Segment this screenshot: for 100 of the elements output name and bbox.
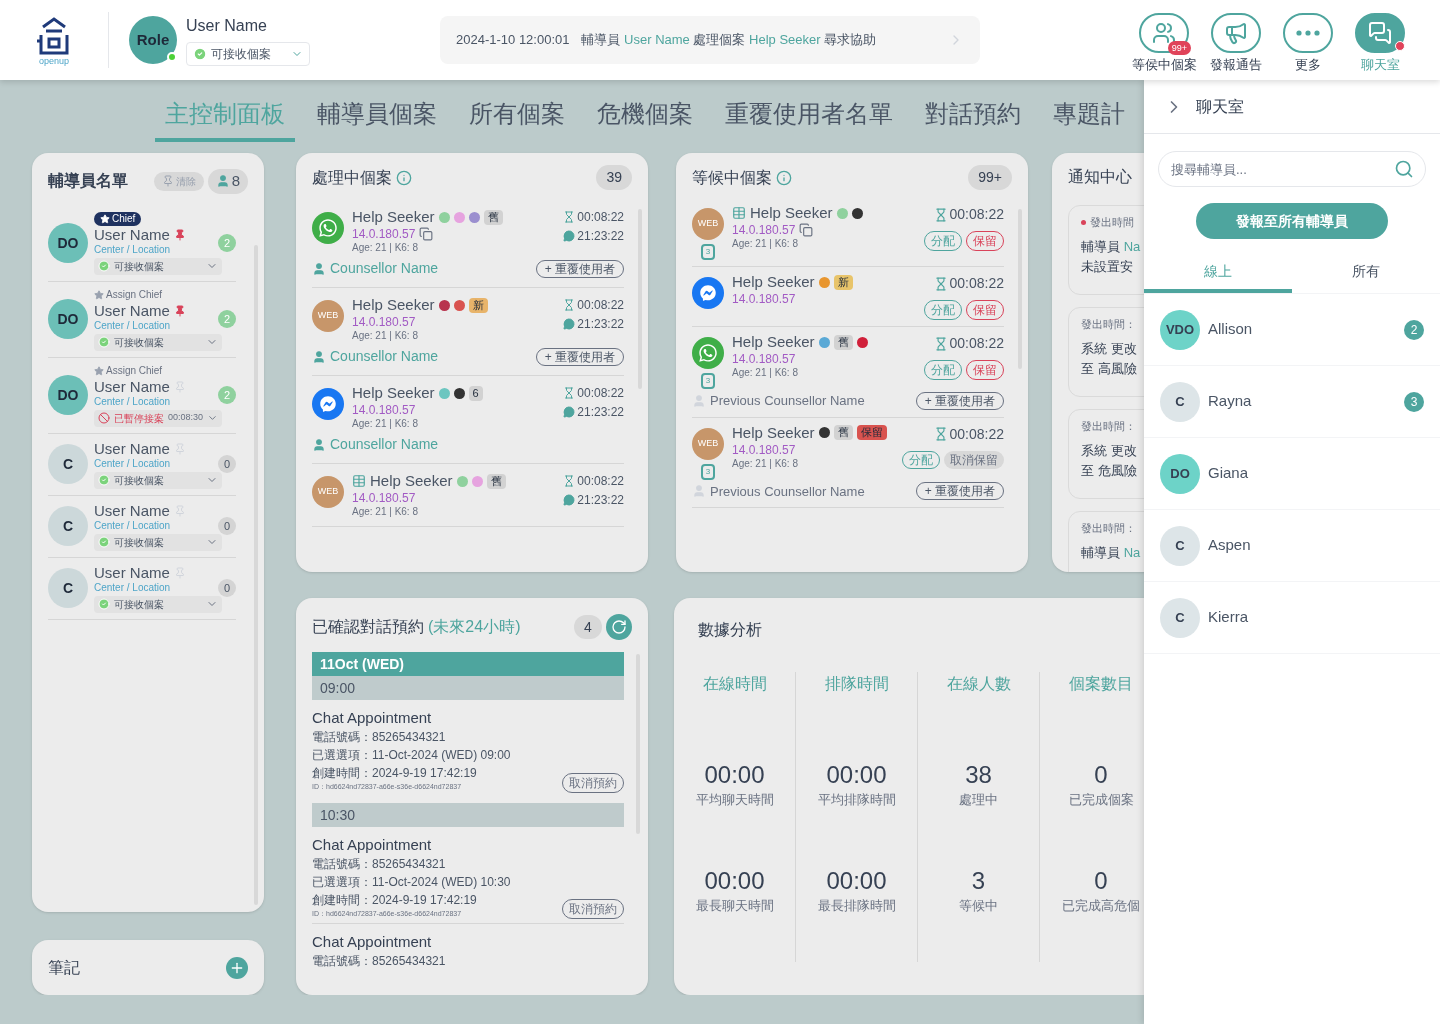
member-name: Kierra [1208, 607, 1248, 628]
hourglass-icon [933, 427, 948, 441]
toolbar-button[interactable]: 99+ [1139, 13, 1189, 54]
people-icon [1152, 21, 1176, 46]
toolbar-label: 聊天室 [1360, 56, 1400, 75]
metric-header: 在線人數 [946, 674, 1011, 694]
case-count-badge: 0 [218, 579, 236, 597]
refresh-button[interactable] [606, 614, 632, 640]
chat-bubble-icon [563, 230, 576, 242]
unread-badge: 2 [1404, 319, 1424, 340]
avatar: DO [48, 375, 88, 415]
star-icon [94, 365, 104, 376]
ip-address: 14.0.180.57 [352, 314, 416, 330]
seeker-name: Help Seeker [352, 296, 435, 314]
seeker-name: Help Seeker [370, 472, 453, 490]
info-icon[interactable] [776, 169, 792, 186]
count-badge: 4 [574, 615, 602, 639]
chat-time: 21:23:22 [577, 492, 624, 509]
chat-time: 21:23:22 [577, 228, 624, 245]
selected-option: 已選選項：11-Oct-2024 (WED) 10:30 [312, 872, 624, 891]
chat-time: 21:23:22 [577, 316, 624, 333]
hourglass-icon [933, 336, 948, 351]
case-count-badge: 0 [218, 517, 236, 535]
check-icon [98, 474, 110, 486]
toolbar-button[interactable] [1211, 13, 1261, 54]
status-dropdown[interactable]: 可接收個案 [94, 333, 222, 351]
web-avatar: WEB [312, 300, 344, 332]
age-k6-text: Age: 21 | K6: 8 [732, 238, 799, 250]
wait-time: 00:08:22 [949, 205, 1004, 224]
ip-address: 14.0.180.57 [352, 402, 416, 418]
member-row[interactable]: C Aspen [1144, 510, 1440, 582]
nav-tab[interactable]: 所有個案 [459, 96, 575, 142]
assign-chief-link[interactable]: Assign Chief [94, 363, 163, 378]
notification-text: 系統 更改 [1081, 339, 1138, 358]
hold-button[interactable]: 取消保留 [944, 450, 1004, 469]
nav-tab[interactable]: 危機個案 [587, 96, 703, 142]
broadcast-button[interactable]: 發報至所有輔導員 [1196, 203, 1388, 239]
user-icon [692, 484, 706, 499]
metric-label: 最長排隊時間 [817, 896, 896, 915]
info-icon[interactable] [396, 169, 412, 186]
web-avatar: WEB [692, 208, 724, 240]
copy-icon[interactable] [419, 227, 434, 241]
wait-time: 00:08:22 [577, 297, 624, 314]
unread-badge: 3 [1404, 391, 1424, 412]
toolbar-button[interactable] [1283, 13, 1333, 54]
age-k6-text: Age: 21 | K6: 8 [352, 242, 419, 254]
wait-time: 00:08:22 [577, 473, 624, 490]
status-dropdown[interactable]: 可接收個案 [94, 471, 222, 489]
card-subtitle: (未來24小時) [428, 617, 521, 637]
previous-counsellor: Previous Counsellor Name [710, 392, 865, 410]
seeker-name: Help Seeker [352, 384, 435, 402]
member-row[interactable]: VDO Allison 2 [1144, 294, 1440, 366]
search-field[interactable]: 搜尋輔導員... [1158, 151, 1426, 187]
nav-tab[interactable]: 輔導員個案 [307, 96, 447, 142]
notification-text: 未設置安 [1081, 257, 1134, 276]
case-tag: 舊 [486, 473, 506, 489]
time-slot-header: 09:00 [312, 676, 624, 700]
notification-time-label: 發出時間： [1081, 317, 1136, 332]
case-tag: 新 [833, 274, 853, 290]
chat-bubble-icon [563, 318, 576, 330]
status-dropdown[interactable]: 可接收個案 [94, 533, 222, 551]
card-title: 處理中個案 [312, 167, 392, 188]
toolbar-label: 更多 [1295, 56, 1321, 75]
status-dropdown[interactable]: 可接收個案 [94, 595, 222, 613]
age-k6-text: Age: 21 | K6: 8 [352, 418, 419, 430]
status-dropdown[interactable]: 已暫停接案 00:08:30 [94, 409, 222, 427]
chat-time: 21:23:22 [577, 404, 624, 421]
count-badge: 39 [596, 165, 632, 190]
copy-icon[interactable] [799, 223, 814, 237]
toolbar-button[interactable] [1355, 13, 1405, 54]
counsellor-location: Center / Location [94, 395, 172, 408]
card-title: 輔導員名單 [48, 171, 128, 192]
counsellor-location: Center / Location [94, 319, 172, 332]
appointment-title: Chat Appointment [312, 932, 433, 952]
member-row[interactable]: DO Giana [1144, 438, 1440, 510]
member-row[interactable]: C Rayna 3 [1144, 366, 1440, 438]
counsellor-location: Center / Location [94, 243, 172, 256]
nav-tab[interactable]: 重覆使用者名單 [715, 96, 903, 142]
seeker-name: Help Seeker [352, 208, 435, 226]
case-tag: 新 [468, 297, 488, 313]
case-count-badge: 0 [218, 455, 236, 473]
member-row[interactable]: C Kierra [1144, 582, 1440, 654]
drawer-tab[interactable]: 所有 [1292, 253, 1440, 293]
member-name: Allison [1208, 319, 1253, 340]
assign-chief-link[interactable]: Assign Chief [94, 287, 163, 302]
user-icon [312, 437, 326, 452]
refresh-icon [611, 619, 627, 635]
case-count-badge: 2 [218, 386, 236, 404]
status-dropdown[interactable]: 可接收個案 [94, 257, 222, 275]
drawer-tab[interactable]: 線上 [1144, 253, 1292, 293]
nav-tab[interactable]: 對話預約 [915, 96, 1031, 142]
nav-tab[interactable]: 專題計 [1043, 96, 1135, 142]
check-icon [98, 598, 110, 610]
created-time: 創建時間：2024-9-19 17:42:19 [312, 765, 478, 782]
case-tag: 舊 [833, 334, 853, 350]
pin-icon[interactable] [173, 228, 186, 241]
status-dropdown[interactable]: 可接收個案 [186, 42, 310, 66]
avatar: VDO [1160, 309, 1200, 350]
add-note-button[interactable] [226, 956, 248, 979]
pin-icon[interactable] [173, 304, 186, 317]
